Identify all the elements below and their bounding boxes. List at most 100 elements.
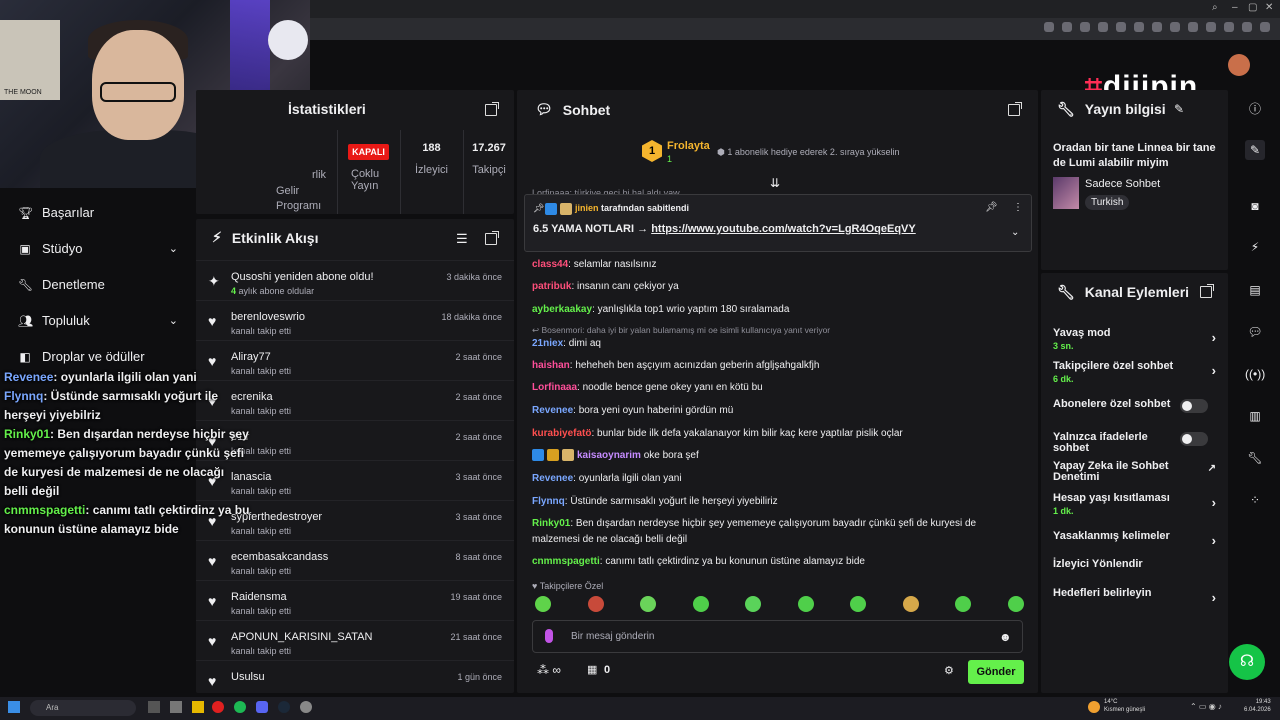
toggle-switch[interactable] — [1180, 399, 1208, 413]
channel-action-item[interactable]: Takipçilere özel sohbet 6 dk. › — [1053, 361, 1218, 385]
activity-user[interactable]: Qusoshi yeniden abone oldu! — [231, 271, 374, 283]
camera-icon[interactable]: ◙ — [1245, 196, 1265, 216]
sidebar-item-studio[interactable]: ▣ Stüdyo ⌄ — [18, 241, 178, 256]
emote-icon[interactable] — [587, 596, 604, 612]
chat-username[interactable]: Lorfinaaa — [532, 382, 577, 393]
category-name[interactable]: Sadece Sohbet — [1085, 178, 1160, 190]
channel-action-item[interactable]: Yalnızca ifadelerle sohbet — [1053, 432, 1218, 454]
tray-icons[interactable]: ⌃ ▭ ◉ ♪ — [1190, 702, 1222, 711]
settings-icon[interactable]: ⚙︎ — [944, 664, 954, 677]
emote-icon[interactable] — [902, 596, 919, 612]
chevron-right-icon[interactable]: › — [1212, 495, 1216, 510]
chat-message[interactable]: kurabiyefatö: bunlar bide ilk defa yakal… — [532, 426, 1012, 442]
chat-username[interactable]: kaisaoynarim — [577, 450, 641, 461]
chat-username[interactable]: Flynnq — [532, 496, 565, 507]
chat-message[interactable]: kaisaoynarim oke bora şef — [532, 448, 1012, 464]
lightning-icon[interactable]: ⚡︎ — [1245, 237, 1265, 257]
layout-icon[interactable]: ▥ — [1245, 406, 1265, 426]
chevron-down-icon[interactable]: ⌄ — [169, 242, 178, 255]
popout-icon[interactable] — [1008, 102, 1022, 116]
chevron-right-icon[interactable]: › — [1212, 363, 1216, 378]
popout-icon[interactable] — [1200, 284, 1214, 298]
activity-row[interactable]: ✦ Qusoshi yeniden abone oldu! 4 aylık abon… — [196, 260, 514, 300]
app-icon[interactable] — [300, 701, 312, 713]
chat-message[interactable]: Lorfinaaa: noodle bence gene okey yanı e… — [532, 380, 1012, 396]
activity-user[interactable]: Aliray77 — [231, 351, 271, 363]
emote-icon[interactable] — [955, 596, 971, 612]
activity-user[interactable]: ecembasakcandass — [231, 551, 328, 563]
activity-row[interactable]: ♥︎ APONUN_KARISINI_SATAN kanalı takip etti… — [196, 620, 514, 660]
chat-message[interactable]: cnmmspagetti: canımı tatlı çektirdinz ya… — [532, 554, 1012, 570]
chat-message[interactable]: patribuk: insanın canı çekiyor ya — [532, 279, 1012, 295]
emote-icon[interactable] — [640, 596, 656, 612]
popout-icon[interactable] — [485, 231, 499, 245]
category-thumbnail[interactable] — [1053, 177, 1079, 209]
chat-message[interactable]: class44: selamlar nasılsınız — [532, 257, 1012, 273]
wrench-icon[interactable]: 🔧︎ — [1245, 448, 1265, 468]
taskbar-search[interactable]: Ara — [30, 700, 136, 716]
chat-message[interactable]: Flynnq: Üstünde sarmısaklı yoğurt ile he… — [532, 494, 1012, 510]
chat-input[interactable]: Bir mesaj gönderin ☻ — [532, 620, 1023, 653]
activity-user[interactable]: Raidensma — [231, 591, 287, 603]
pinned-link[interactable]: https://www.youtube.com/watch?v=LgR4OqeE… — [651, 223, 916, 235]
emote-icon[interactable] — [1007, 596, 1024, 612]
windows-start-icon[interactable] — [8, 701, 20, 713]
steam-icon[interactable] — [278, 701, 290, 713]
opera-icon[interactable] — [212, 701, 224, 713]
emote-icon[interactable] — [692, 596, 709, 612]
chat-username[interactable]: patribuk — [532, 281, 571, 292]
tag-chip[interactable]: Turkish — [1085, 195, 1130, 210]
chat-username[interactable]: cnmmspagetti — [532, 556, 600, 567]
microphone-icon[interactable] — [545, 629, 553, 643]
chat-username[interactable]: Revenee — [532, 405, 573, 416]
sidebar-item-drops[interactable]: ◧ Droplar ve ödüller — [18, 349, 178, 364]
avatar[interactable] — [1228, 54, 1250, 76]
chat-username[interactable]: class44 — [532, 259, 568, 270]
folder-icon[interactable] — [192, 701, 204, 713]
chevron-down-icon[interactable]: ⌄ — [1011, 227, 1019, 238]
maximize-icon[interactable]: ▢ — [1248, 2, 1257, 13]
channel-action-item[interactable]: Hedefleri belirleyin › — [1053, 588, 1218, 606]
chat-bubble-icon[interactable]: 💬︎ — [1245, 322, 1265, 342]
store-icon[interactable]: ▦ — [587, 663, 597, 676]
activity-row[interactable]: ♥︎ ecembasakcandass kanalı takip etti 8 saa… — [196, 540, 514, 580]
chat-message[interactable]: ayberkaakay: yanlışlıkla top1 wrio yaptı… — [532, 302, 1012, 318]
weather-icon[interactable] — [1088, 701, 1100, 713]
emote-icon[interactable] — [535, 596, 551, 612]
activity-user[interactable]: berenloveswrio — [231, 311, 305, 323]
external-link-icon[interactable]: ↗ — [1208, 463, 1216, 474]
minimize-icon[interactable]: – — [1232, 2, 1238, 13]
channel-action-item[interactable]: Yavaş mod 3 sn. › — [1053, 328, 1218, 352]
chat-username[interactable]: Rinky01 — [532, 518, 570, 529]
extensions-icon[interactable]: ⁘ — [1245, 490, 1265, 510]
more-options-icon[interactable]: ⋮ — [1013, 202, 1023, 213]
activity-row[interactable]: ♥︎ berenloveswrio kanalı takip etti 18 daki… — [196, 300, 514, 340]
notes-icon[interactable]: ▤ — [1245, 280, 1265, 300]
chat-message[interactable]: haishan: heheheh ben aşçıyım acınızdan g… — [532, 358, 1012, 374]
chat-username[interactable]: 21niex — [532, 338, 563, 349]
channel-action-item[interactable]: Yapay Zeka ile Sohbet Denetimi ↗ — [1053, 461, 1218, 483]
sidebar-item-achievements[interactable]: 🏆︎ Başarılar — [18, 205, 178, 220]
emote-icon[interactable] — [850, 596, 866, 612]
chevron-down-icon[interactable]: ⌄ — [169, 314, 178, 327]
app-icon[interactable] — [148, 701, 160, 713]
spotify-icon[interactable] — [234, 701, 246, 713]
chevron-right-icon[interactable]: › — [1212, 330, 1216, 345]
emote-icon[interactable] — [797, 596, 814, 612]
edit-icon[interactable]: ✎ — [1174, 102, 1184, 116]
broadcast-icon[interactable]: ((•)) — [1245, 364, 1265, 384]
hype-leader[interactable]: Frolayta — [667, 140, 710, 152]
activity-row[interactable]: ♥︎ Raidensma kanalı takip etti 19 saat önce — [196, 580, 514, 620]
emote-icon[interactable] — [745, 596, 761, 612]
activity-user[interactable]: Usulsu — [231, 671, 265, 683]
chevron-right-icon[interactable]: › — [1212, 533, 1216, 548]
extension-icons[interactable] — [1044, 22, 1270, 32]
support-icon[interactable]: ☊ — [1229, 644, 1265, 680]
pin-icon[interactable]: 📌︎ — [985, 202, 998, 213]
chat-message[interactable]: Rinky01: Ben dışardan nerdeyse hiçbir şe… — [532, 516, 1012, 548]
close-icon[interactable]: ✕ — [1265, 2, 1273, 13]
chat-username[interactable]: haishan — [532, 360, 570, 371]
pinned-by-user[interactable]: jinien — [575, 203, 599, 213]
channel-action-item[interactable]: İzleyici Yönlendir — [1053, 559, 1218, 570]
filter-icon[interactable]: ☰ — [456, 231, 468, 247]
